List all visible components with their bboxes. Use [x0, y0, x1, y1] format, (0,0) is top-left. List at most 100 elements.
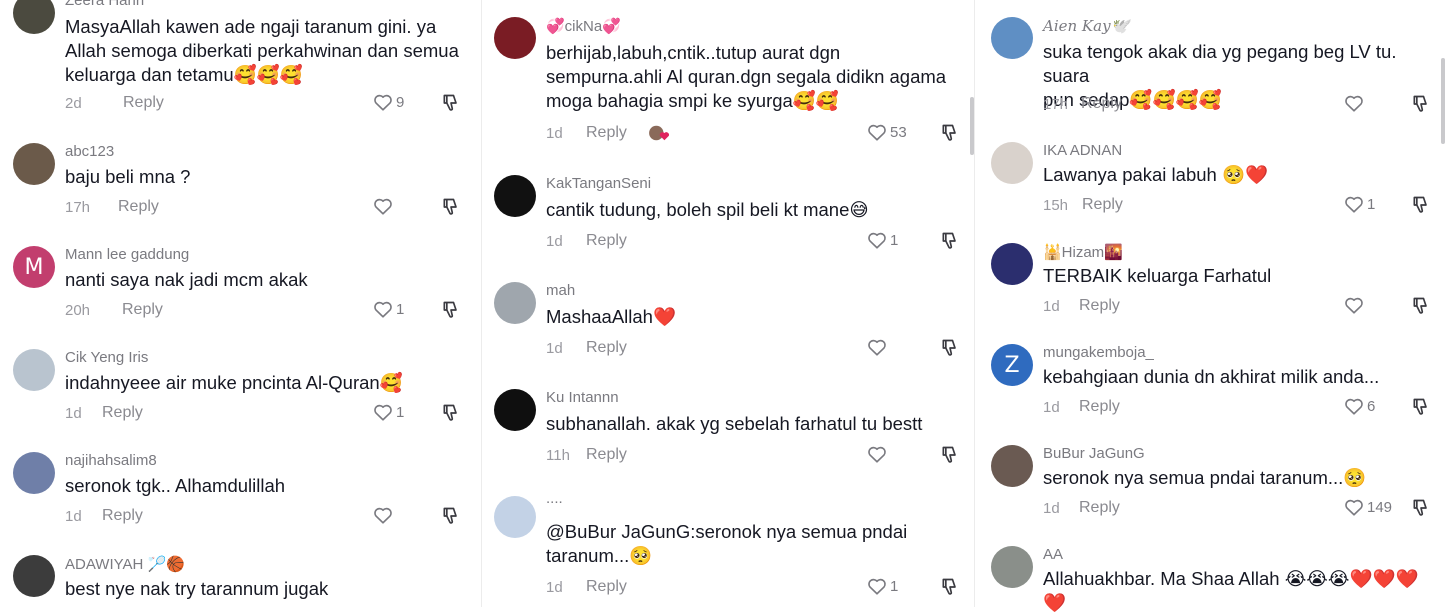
dislike-button[interactable]: [441, 300, 461, 320]
dislike-button[interactable]: [441, 403, 461, 423]
like-button[interactable]: [373, 506, 396, 524]
reply-button[interactable]: Reply: [122, 301, 163, 319]
dislike-button[interactable]: [940, 123, 960, 143]
dislike-button[interactable]: [1411, 397, 1431, 417]
comment-username[interactable]: Mann lee gaddung: [65, 246, 189, 263]
reply-button[interactable]: Reply: [118, 198, 159, 216]
comment-column-1: Zeera Hariri MasyaAllah kawen ade ngaji …: [13, 0, 468, 607]
dislike-button[interactable]: [940, 231, 960, 251]
reply-button[interactable]: Reply: [102, 507, 143, 525]
scrollbar-middle[interactable]: [970, 97, 974, 155]
reply-button[interactable]: Reply: [586, 339, 627, 357]
like-button[interactable]: 1: [867, 577, 898, 595]
comment-time: 2d: [65, 95, 82, 112]
thumbs-down-icon: [942, 124, 956, 141]
dislike-button[interactable]: [940, 577, 960, 597]
comment-username[interactable]: mah: [546, 282, 575, 299]
avatar[interactable]: [13, 0, 55, 34]
avatar[interactable]: [494, 17, 536, 59]
dislike-button[interactable]: [441, 93, 461, 113]
comment-text: seronok nya semua pndai taranum...🥺: [1043, 467, 1367, 488]
heart-outline-icon: [1345, 499, 1363, 516]
like-button[interactable]: [1344, 94, 1367, 112]
like-button[interactable]: 1: [373, 300, 404, 318]
like-button[interactable]: [373, 197, 396, 215]
dislike-button[interactable]: [940, 445, 960, 465]
avatar[interactable]: [13, 452, 55, 494]
dislike-button[interactable]: [1411, 296, 1431, 316]
comment-text: best nye nak try tarannum jugak: [65, 578, 329, 599]
like-button[interactable]: 1: [1344, 195, 1375, 213]
reply-button[interactable]: Reply: [586, 578, 627, 596]
avatar[interactable]: Z: [991, 344, 1033, 386]
heart-outline-icon: [868, 578, 886, 595]
comment-text: Lawanya pakai labuh 🥺❤️: [1043, 164, 1269, 185]
like-button[interactable]: 53: [867, 123, 907, 141]
dislike-button[interactable]: [940, 338, 960, 358]
dislike-button[interactable]: [441, 506, 461, 526]
like-count: 1: [396, 403, 405, 421]
avatar[interactable]: [494, 496, 536, 538]
avatar[interactable]: [991, 546, 1033, 588]
dislike-button[interactable]: [1411, 195, 1431, 215]
comment-username[interactable]: ....: [546, 490, 563, 507]
comment-username[interactable]: mungakemboja_: [1043, 344, 1154, 361]
avatar[interactable]: [13, 555, 55, 597]
comment-text: berhijab,labuh,cntik..tutup aurat dgn se…: [546, 42, 947, 111]
avatar[interactable]: [991, 17, 1033, 59]
reply-button[interactable]: Reply: [1079, 297, 1120, 315]
avatar[interactable]: [494, 389, 536, 431]
comment-username[interactable]: Cik Yeng Iris: [65, 349, 148, 366]
avatar[interactable]: [991, 445, 1033, 487]
comment-username[interactable]: ADAWIYAH 🏸🏀: [65, 555, 185, 573]
like-button[interactable]: 9: [373, 93, 404, 111]
thumbs-down-icon: [1413, 499, 1427, 516]
like-button[interactable]: 1: [867, 231, 898, 249]
like-button[interactable]: 1: [373, 403, 404, 421]
comment-username[interactable]: AA: [1043, 546, 1063, 563]
thumbs-down-icon: [443, 507, 457, 524]
dislike-button[interactable]: [1411, 498, 1431, 518]
avatar[interactable]: [494, 282, 536, 324]
dislike-button[interactable]: [1411, 94, 1431, 114]
avatar[interactable]: [13, 349, 55, 391]
avatar[interactable]: [13, 143, 55, 185]
like-button[interactable]: 6: [1344, 397, 1375, 415]
comment-username[interactable]: abc123: [65, 143, 114, 160]
like-button[interactable]: [1344, 296, 1367, 314]
reply-button[interactable]: Reply: [586, 446, 627, 464]
reply-button[interactable]: Reply: [586, 124, 627, 142]
comment-time: 1d: [1043, 298, 1060, 315]
creator-liked-avatar-icon: [649, 125, 670, 141]
reply-button[interactable]: Reply: [123, 94, 164, 112]
reply-button[interactable]: Reply: [586, 232, 627, 250]
avatar[interactable]: [991, 142, 1033, 184]
comment-text: TERBAIK keluarga Farhatul: [1043, 265, 1272, 286]
avatar[interactable]: M: [13, 246, 55, 288]
comment-column-2: 💞cikNa💞 berhijab,labuh,cntik..tutup aura…: [494, 0, 964, 607]
comment-username[interactable]: Aien Kay🕊️: [1043, 17, 1129, 35]
avatar[interactable]: [494, 175, 536, 217]
comment-username[interactable]: 💞cikNa💞: [546, 17, 621, 35]
reply-button[interactable]: Reply: [1082, 196, 1123, 214]
dislike-button[interactable]: [441, 197, 461, 217]
reply-button[interactable]: Reply: [1079, 499, 1120, 517]
comment-username[interactable]: 🕌Hizam🌇: [1043, 243, 1123, 261]
like-count: 53: [890, 123, 907, 141]
like-button[interactable]: 149: [1344, 498, 1392, 516]
comment-username[interactable]: IKA ADNAN: [1043, 142, 1122, 159]
like-button[interactable]: [867, 445, 890, 463]
comment-username[interactable]: BuBur JaGunG: [1043, 445, 1145, 462]
comment-username[interactable]: KakTanganSeni: [546, 175, 651, 192]
comment-username[interactable]: najihahsalim8: [65, 452, 157, 469]
avatar[interactable]: [991, 243, 1033, 285]
comment-username[interactable]: Zeera Hariri: [65, 0, 144, 9]
reply-button[interactable]: Reply: [1079, 398, 1120, 416]
comment-username[interactable]: Ku Intannn: [546, 389, 619, 406]
scrollbar-right[interactable]: [1441, 58, 1445, 144]
like-count: 1: [890, 231, 899, 249]
reply-button[interactable]: Reply: [1081, 95, 1122, 113]
comment-time: 1d: [1043, 500, 1060, 517]
like-button[interactable]: [867, 338, 890, 356]
reply-button[interactable]: Reply: [102, 404, 143, 422]
